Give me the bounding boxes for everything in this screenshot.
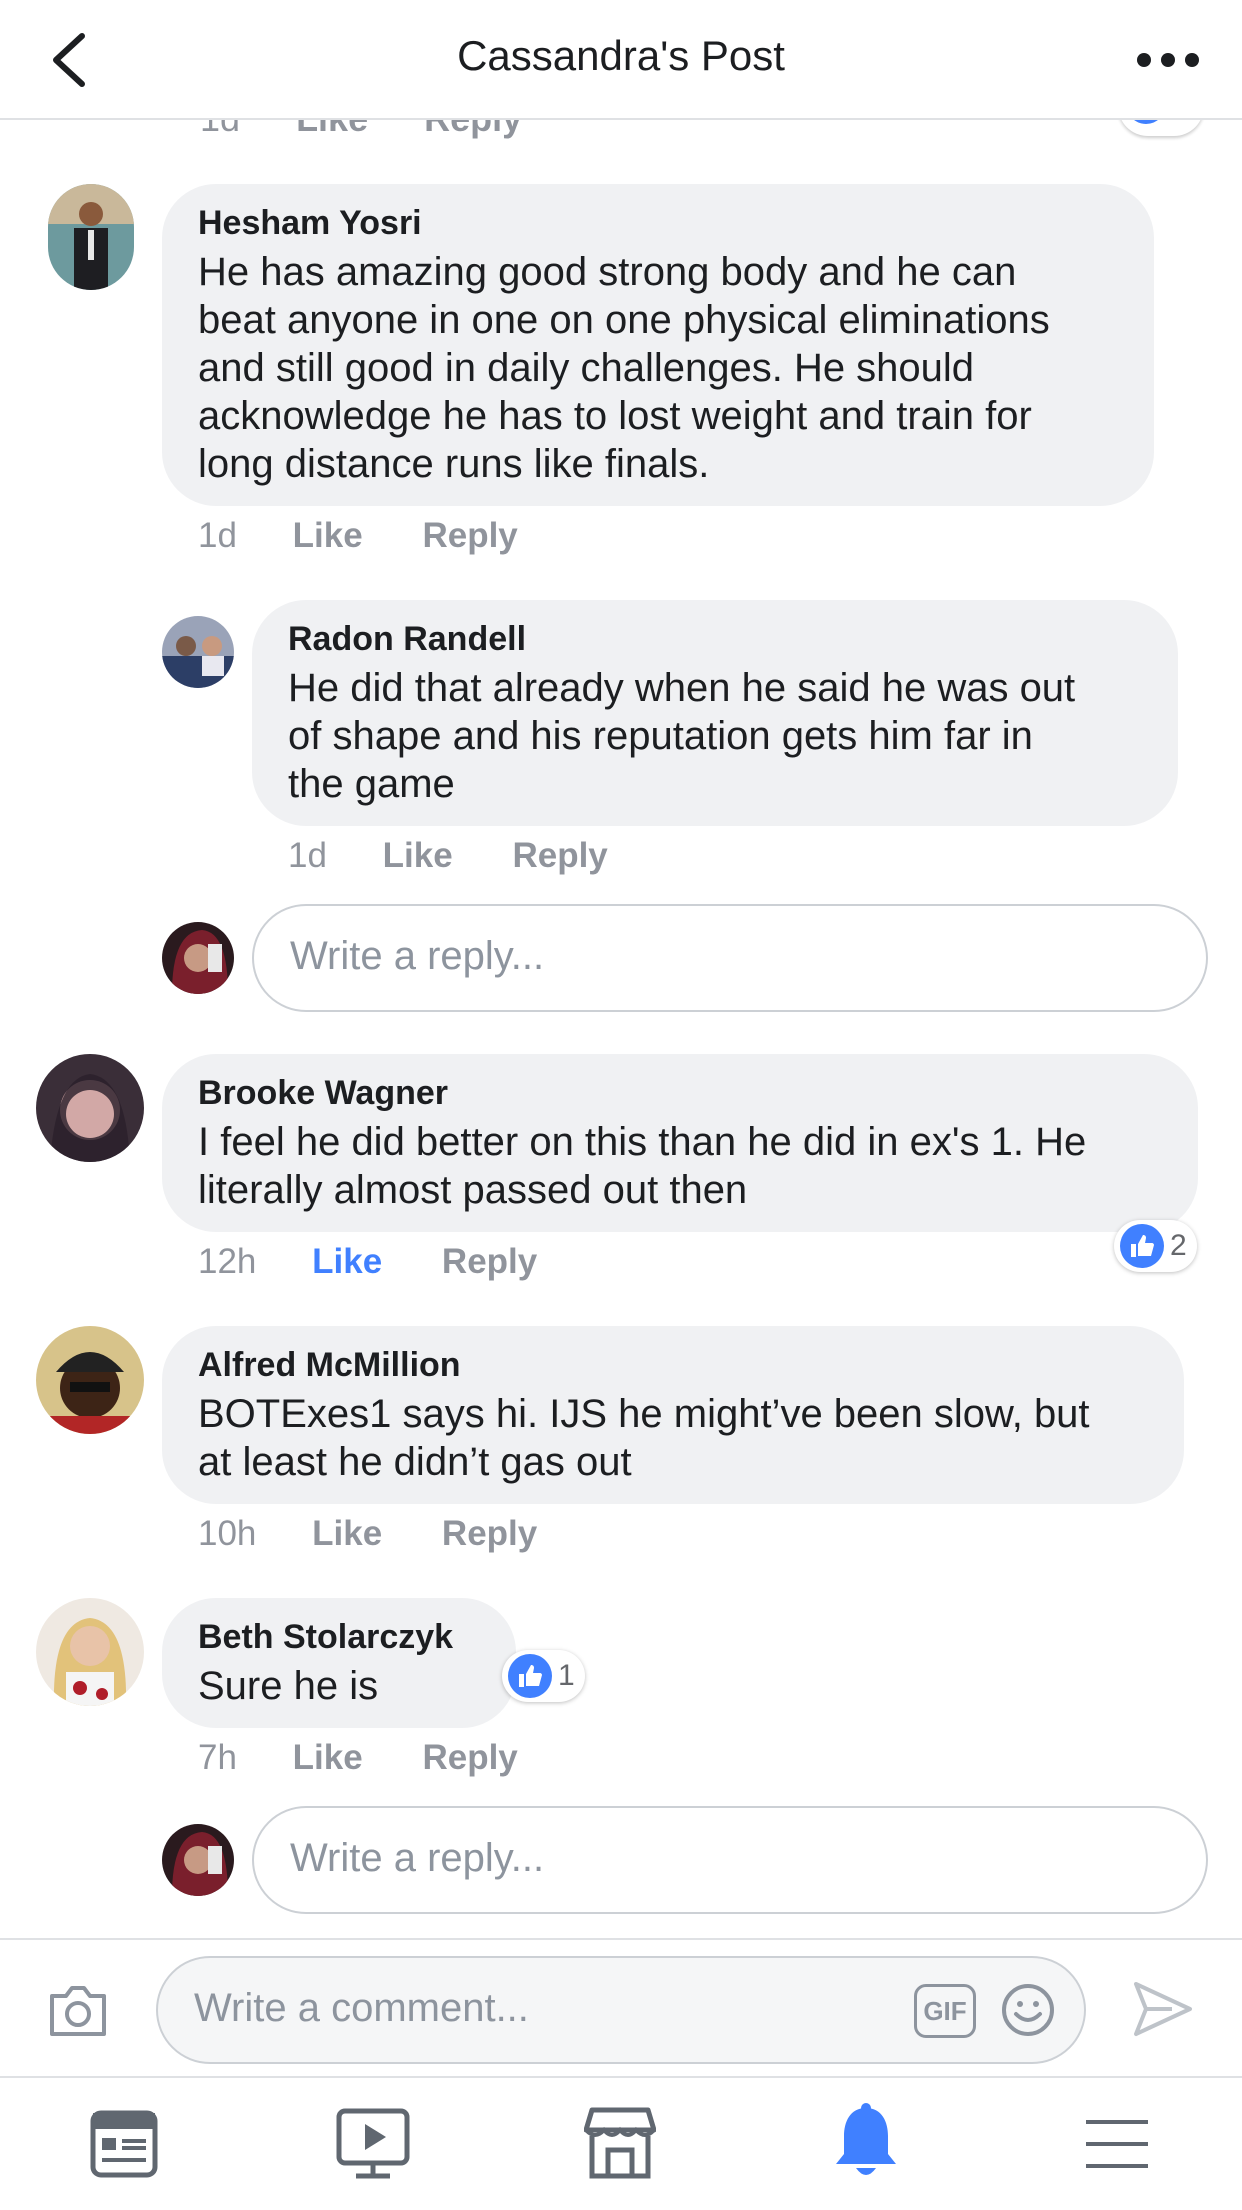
comment-bubble[interactable]: Hesham Yosri He has amazing good strong …: [162, 184, 1154, 506]
comment-composer: Write a comment... GIF: [0, 1938, 1242, 2078]
comment-time: 12h: [198, 1242, 257, 1281]
comment-text: He did that already when he said he was …: [288, 666, 1076, 806]
avatar[interactable]: [162, 616, 234, 688]
avatar-photo: [36, 1054, 144, 1162]
commenter-name[interactable]: Radon Randell: [288, 620, 526, 659]
comment-time: 1d: [198, 516, 237, 555]
avatar-photo: [48, 184, 134, 290]
reply-link[interactable]: Reply: [422, 516, 517, 556]
commenter-name[interactable]: Hesham Yosri: [198, 204, 422, 243]
bottom-tab-bar: [0, 2076, 1242, 2210]
reply-link[interactable]: Reply: [442, 1242, 537, 1282]
comment-meta: 1d Like Reply: [288, 836, 608, 876]
like-link[interactable]: Like: [312, 1242, 382, 1282]
thumbs-up-icon: [508, 1654, 552, 1698]
like-link[interactable]: Like: [293, 516, 363, 556]
like-link[interactable]: Like: [293, 1738, 363, 1778]
current-user-avatar: [162, 1824, 234, 1896]
like-link[interactable]: Like: [383, 836, 453, 876]
marketplace-icon[interactable]: [584, 2106, 656, 2180]
reaction-count: 2: [1170, 1229, 1187, 1262]
gif-icon[interactable]: GIF: [914, 1984, 976, 2038]
comment-bubble[interactable]: Alfred McMillion BOTExes1 says hi. IJS h…: [162, 1326, 1184, 1504]
camera-icon[interactable]: [46, 1982, 110, 2038]
comment-meta: 7h Like Reply: [198, 1738, 518, 1778]
comment-text: He has amazing good strong body and he c…: [198, 250, 1050, 486]
watch-video-icon[interactable]: [336, 2108, 410, 2180]
comment-text: BOTExes1 says hi. IJS he might’ve been s…: [198, 1392, 1090, 1484]
reply-link[interactable]: Reply: [422, 1738, 517, 1778]
news-feed-icon[interactable]: [90, 2110, 158, 2178]
avatar-photo: [162, 922, 234, 994]
commenter-name[interactable]: Beth Stolarczyk: [198, 1618, 453, 1657]
current-user-avatar: [162, 922, 234, 994]
comment-meta: 10h Like Reply: [198, 1514, 537, 1554]
reply-input[interactable]: Write a reply...: [252, 904, 1208, 1012]
comment-time: 1d: [288, 836, 327, 875]
commenter-name[interactable]: Brooke Wagner: [198, 1074, 448, 1113]
emoji-icon[interactable]: [1000, 1982, 1056, 2038]
comment-time: 10h: [198, 1514, 257, 1553]
more-options-icon[interactable]: [1136, 48, 1200, 72]
avatar[interactable]: [36, 1326, 144, 1434]
reaction-count: 1: [558, 1659, 575, 1692]
notifications-bell-icon[interactable]: [832, 2102, 900, 2182]
reply-input[interactable]: Write a reply...: [252, 1806, 1208, 1914]
avatar[interactable]: [36, 1598, 144, 1706]
comment-time: 7h: [198, 1738, 237, 1777]
commenter-name[interactable]: Alfred McMillion: [198, 1346, 461, 1385]
avatar[interactable]: [36, 1054, 144, 1162]
avatar-photo: [36, 1326, 144, 1434]
comment-text: I feel he did better on this than he did…: [198, 1120, 1087, 1212]
avatar[interactable]: [48, 184, 134, 290]
avatar-photo: [162, 1824, 234, 1896]
menu-hamburger-icon[interactable]: [1086, 2118, 1148, 2170]
avatar-photo: [36, 1598, 144, 1706]
comment-bubble[interactable]: Brooke Wagner I feel he did better on th…: [162, 1054, 1198, 1232]
comment-meta: 1d Like Reply: [198, 516, 518, 556]
reaction-badge[interactable]: 2: [1114, 1220, 1197, 1272]
like-link[interactable]: Like: [312, 1514, 382, 1554]
thumbs-up-icon: [1120, 1224, 1164, 1268]
page-title: Cassandra's Post: [457, 32, 785, 79]
comment-input[interactable]: Write a comment... GIF: [156, 1956, 1086, 2064]
reaction-badge[interactable]: 1: [502, 1650, 585, 1702]
comment-bubble[interactable]: Beth Stolarczyk Sure he is: [162, 1598, 516, 1728]
reply-link[interactable]: Reply: [442, 1514, 537, 1554]
comment-bubble[interactable]: Radon Randell He did that already when h…: [252, 600, 1178, 826]
comment-text: Sure he is: [198, 1664, 379, 1708]
avatar-photo: [162, 616, 234, 688]
send-icon[interactable]: [1132, 1980, 1194, 2038]
reply-link[interactable]: Reply: [512, 836, 607, 876]
header-bar: Cassandra's Post: [0, 0, 1242, 120]
comment-meta: 12h Like Reply: [198, 1242, 537, 1282]
